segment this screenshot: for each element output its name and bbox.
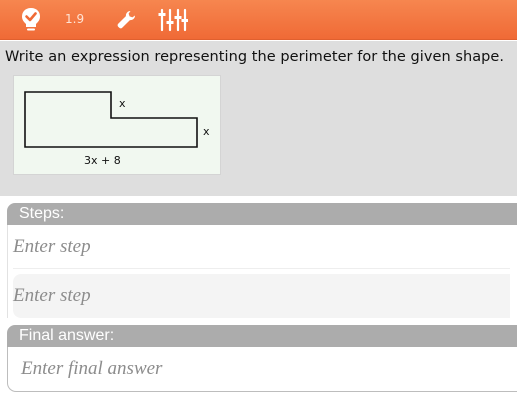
step-placeholder-2: Enter step [13,285,91,306]
steps-header: Steps: [7,203,517,225]
shape-label-bottom: 3x + 8 [84,154,121,167]
final-answer-header: Final answer: [7,325,517,347]
problem-area: Write an expression representing the per… [0,41,517,196]
step-input-2[interactable]: Enter step [13,274,510,318]
final-answer-input[interactable]: Enter final answer [7,347,517,392]
step-input-1[interactable]: Enter step [13,225,510,269]
final-answer-placeholder: Enter final answer [21,358,163,379]
wrench-icon[interactable] [115,6,139,34]
lightbulb-check-icon[interactable] [17,6,45,34]
step-placeholder-1: Enter step [13,236,91,257]
shape-label-step: x [119,97,126,110]
version-label: 1.9 [65,12,85,26]
shape-outline [24,91,198,148]
question-text: Write an expression representing the per… [5,49,505,65]
shape-label-right: x [203,125,210,138]
shape-figure: x x 3x + 8 [13,75,221,175]
toolbar: 1.9 [0,0,517,40]
steps-rail [7,225,8,318]
sliders-icon[interactable] [157,6,189,34]
